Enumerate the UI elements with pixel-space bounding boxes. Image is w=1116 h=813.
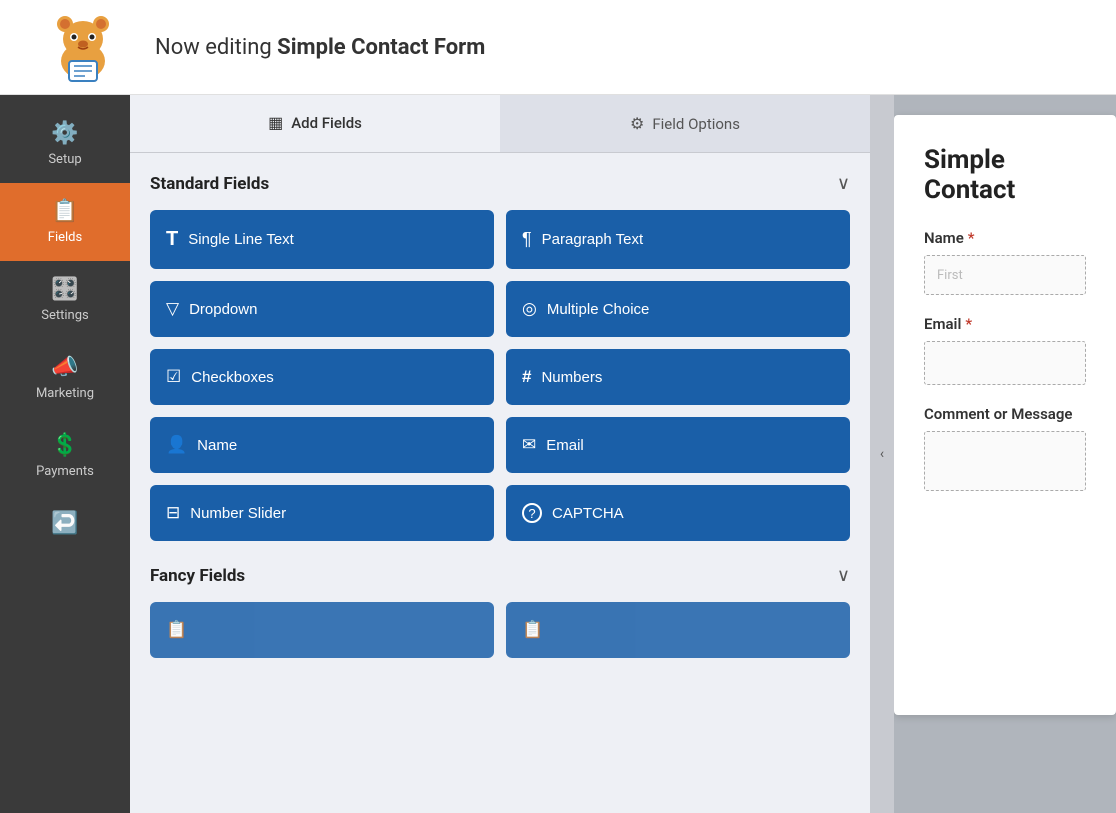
paragraph-text-icon: ¶ — [522, 229, 532, 250]
checkboxes-button[interactable]: ☑ Checkboxes — [150, 349, 494, 405]
email-required-star: * — [965, 315, 972, 333]
sidebar-item-settings[interactable]: 🎛️ Settings — [0, 261, 130, 339]
sidebar-item-marketing[interactable]: 📣 Marketing — [0, 339, 130, 417]
email-icon: ✉ — [522, 435, 536, 455]
dollar-icon: 💲 — [51, 433, 78, 458]
panel-content: Standard Fields ∨ T Single Line Text ¶ P… — [130, 153, 870, 813]
sidebar-item-setup[interactable]: ⚙️ Setup — [0, 105, 130, 183]
form-comment-group: Comment or Message — [924, 405, 1086, 491]
form-name-group: Name * First — [924, 229, 1086, 295]
form-email-label: Email * — [924, 315, 1086, 333]
logo-area — [30, 11, 135, 83]
captcha-button[interactable]: ? CAPTCHA — [506, 485, 850, 541]
sliders-icon: 🎛️ — [51, 277, 78, 302]
sidebar-item-payments[interactable]: 💲 Payments — [0, 417, 130, 495]
paragraph-text-button[interactable]: ¶ Paragraph Text — [506, 210, 850, 269]
standard-fields-chevron-icon[interactable]: ∨ — [837, 173, 850, 194]
dropdown-button[interactable]: ▽ Dropdown — [150, 281, 494, 337]
name-required-star: * — [968, 229, 975, 247]
form-email-input[interactable] — [924, 341, 1086, 385]
multiple-choice-button[interactable]: ◎ Multiple Choice — [506, 281, 850, 337]
form-preview: Simple Contact Name * First Email * — [894, 115, 1116, 715]
gear-icon: ⚙️ — [51, 121, 78, 146]
numbers-icon: # — [522, 367, 531, 387]
fancy-field-2-button[interactable]: 📋 — [506, 602, 850, 658]
logo-bear-icon — [47, 11, 119, 83]
multiple-choice-icon: ◎ — [522, 299, 537, 319]
single-line-text-button[interactable]: T Single Line Text — [150, 210, 494, 269]
standard-fields-section-header: Standard Fields ∨ — [150, 173, 850, 194]
center-panel: ▦ Add Fields ⚙ Field Options Standard Fi… — [130, 95, 870, 813]
preview-panel: Simple Contact Name * First Email * — [894, 95, 1116, 813]
sidebar: ⚙️ Setup 📋 Fields 🎛️ Settings 📣 Marketin… — [0, 95, 130, 813]
checkboxes-icon: ☑ — [166, 367, 181, 387]
sidebar-item-history[interactable]: ↩️ — [0, 495, 130, 552]
fancy-fields-section-header: Fancy Fields ∨ — [150, 565, 850, 586]
fancy-fields-grid: 📋 📋 — [150, 602, 850, 658]
header-title: Now editing Simple Contact Form — [155, 35, 485, 60]
numbers-button[interactable]: # Numbers — [506, 349, 850, 405]
form-name-label: Name * — [924, 229, 1086, 247]
collapse-chevron-icon: ‹ — [880, 446, 884, 462]
top-header: Now editing Simple Contact Form — [0, 0, 1116, 95]
fancy-fields-chevron-icon[interactable]: ∨ — [837, 565, 850, 586]
form-email-group: Email * — [924, 315, 1086, 385]
standard-fields-grid: T Single Line Text ¶ Paragraph Text ▽ Dr… — [150, 210, 850, 541]
fancy-field-1-button[interactable]: 📋 — [150, 602, 494, 658]
fields-icon: 📋 — [51, 199, 78, 224]
megaphone-icon: 📣 — [51, 355, 78, 380]
number-slider-icon: ⊟ — [166, 503, 180, 523]
tab-field-options[interactable]: ⚙ Field Options — [500, 95, 870, 152]
captcha-icon: ? — [522, 503, 542, 523]
name-icon: 👤 — [166, 435, 187, 455]
dropdown-icon: ▽ — [166, 299, 179, 319]
form-comment-label: Comment or Message — [924, 405, 1086, 423]
sidebar-item-fields[interactable]: 📋 Fields — [0, 183, 130, 261]
number-slider-button[interactable]: ⊟ Number Slider — [150, 485, 494, 541]
email-button[interactable]: ✉ Email — [506, 417, 850, 473]
fancy-field-2-icon: 📋 — [522, 620, 543, 640]
single-line-text-icon: T — [166, 228, 178, 251]
form-comment-textarea[interactable] — [924, 431, 1086, 491]
form-name-input[interactable]: First — [924, 255, 1086, 295]
panel-collapse-tab[interactable]: ‹ — [870, 95, 894, 813]
tabs-bar: ▦ Add Fields ⚙ Field Options — [130, 95, 870, 153]
add-fields-tab-icon: ▦ — [268, 113, 283, 132]
field-options-tab-icon: ⚙ — [630, 114, 644, 133]
fancy-fields-title: Fancy Fields — [150, 566, 245, 586]
fancy-field-1-icon: 📋 — [166, 620, 187, 640]
standard-fields-title: Standard Fields — [150, 174, 269, 194]
tab-add-fields[interactable]: ▦ Add Fields — [130, 95, 500, 152]
history-icon: ↩️ — [51, 511, 78, 536]
name-button[interactable]: 👤 Name — [150, 417, 494, 473]
form-preview-title: Simple Contact — [924, 145, 1086, 205]
main-layout: ⚙️ Setup 📋 Fields 🎛️ Settings 📣 Marketin… — [0, 95, 1116, 813]
